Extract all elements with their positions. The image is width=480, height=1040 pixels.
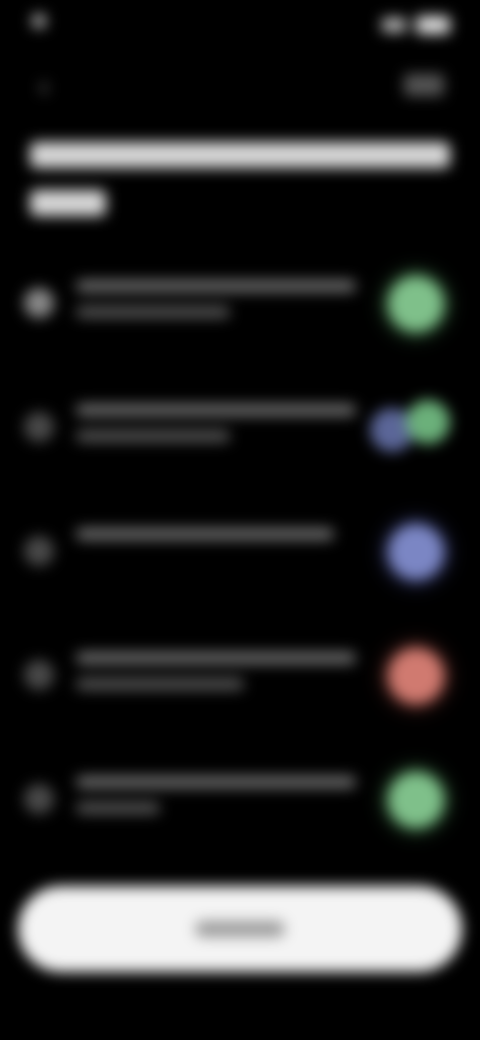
status-bar — [0, 0, 480, 56]
status-badge — [388, 524, 444, 580]
list-item-text — [76, 528, 356, 554]
list-item-text — [76, 404, 356, 442]
screen: ‹ — [0, 0, 480, 1040]
circle-icon — [24, 536, 54, 566]
continue-button[interactable] — [18, 886, 462, 972]
list-item-text — [76, 776, 356, 814]
status-badge — [388, 648, 444, 704]
circle-icon — [24, 660, 54, 690]
list-item[interactable] — [0, 622, 480, 746]
continue-button-label — [195, 921, 285, 937]
list-item[interactable] — [0, 374, 480, 498]
circle-icon — [24, 784, 54, 814]
status-badge — [388, 772, 444, 828]
top-nav: ‹ — [0, 62, 480, 110]
page-title — [30, 128, 450, 238]
page-title-line-2 — [30, 190, 106, 216]
status-badge — [388, 276, 444, 332]
page-title-line-1 — [30, 142, 450, 168]
permissions-list — [0, 250, 480, 870]
battery-icon — [416, 16, 450, 34]
list-item-text — [76, 652, 356, 690]
arrow-left-icon[interactable]: ‹ — [28, 70, 60, 102]
circle-icon — [24, 288, 54, 318]
circle-icon — [24, 412, 54, 442]
top-right-action[interactable] — [404, 74, 444, 96]
status-time — [32, 14, 56, 28]
status-badge — [370, 400, 450, 456]
signal-icon — [382, 18, 406, 32]
list-item[interactable] — [0, 498, 480, 622]
list-item-text — [76, 280, 356, 318]
list-item[interactable] — [0, 746, 480, 870]
list-item[interactable] — [0, 250, 480, 374]
status-indicators — [382, 16, 450, 34]
status-dot-icon — [32, 14, 46, 28]
